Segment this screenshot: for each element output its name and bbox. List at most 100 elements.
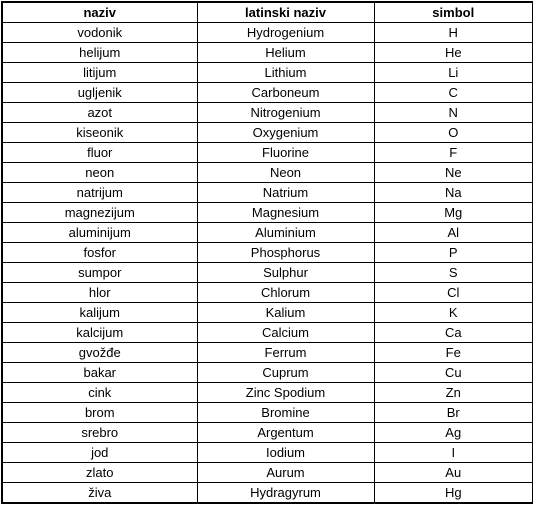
cell-naziv: gvožđe	[1, 342, 198, 363]
cell-latinski-naziv: Hydrogenium	[196, 22, 375, 43]
header-simbol: simbol	[373, 1, 533, 23]
cell-latinski-naziv: Helium	[196, 42, 375, 63]
cell-latinski-naziv: Aurum	[196, 462, 375, 483]
cell-simbol: Br	[373, 402, 533, 423]
table-row: azot Nitrogenium N	[1, 102, 533, 123]
cell-naziv: vodonik	[1, 22, 198, 43]
cell-naziv: fluor	[1, 142, 198, 163]
cell-naziv: cink	[1, 382, 198, 403]
table-row: litijum Lithium Li	[1, 62, 533, 83]
cell-simbol: Fe	[373, 342, 533, 363]
cell-naziv: kalijum	[1, 302, 198, 323]
cell-simbol: Cl	[373, 282, 533, 303]
table-row: jod Iodium I	[1, 442, 533, 463]
table-row: kalijum Kalium K	[1, 302, 533, 323]
cell-simbol: I	[373, 442, 533, 463]
cell-latinski-naziv: Iodium	[196, 442, 375, 463]
cell-latinski-naziv: Hydragyrum	[196, 482, 375, 504]
cell-latinski-naziv: Oxygenium	[196, 122, 375, 143]
cell-naziv: hlor	[1, 282, 198, 303]
cell-simbol: Au	[373, 462, 533, 483]
table-row: sumpor Sulphur S	[1, 262, 533, 283]
table-row: srebro Argentum Ag	[1, 422, 533, 443]
table-row: cink Zinc Spodium Zn	[1, 382, 533, 403]
cell-naziv: litijum	[1, 62, 198, 83]
cell-simbol: S	[373, 262, 533, 283]
table-row: aluminijum Aluminium Al	[1, 222, 533, 243]
cell-naziv: kiseonik	[1, 122, 198, 143]
cell-naziv: ugljenik	[1, 82, 198, 103]
cell-naziv: bakar	[1, 362, 198, 383]
cell-latinski-naziv: Magnesium	[196, 202, 375, 223]
table-row: fluor Fluorine F	[1, 142, 533, 163]
table-row: helijum Helium He	[1, 42, 533, 63]
table-row: vodonik Hydrogenium H	[1, 22, 533, 43]
table-row: natrijum Natrium Na	[1, 182, 533, 203]
cell-simbol: P	[373, 242, 533, 263]
cell-latinski-naziv: Bromine	[196, 402, 375, 423]
cell-simbol: Ca	[373, 322, 533, 343]
cell-naziv: jod	[1, 442, 198, 463]
cell-naziv: živa	[1, 482, 198, 504]
cell-simbol: Zn	[373, 382, 533, 403]
cell-simbol: O	[373, 122, 533, 143]
cell-naziv: helijum	[1, 42, 198, 63]
cell-naziv: srebro	[1, 422, 198, 443]
cell-simbol: Ne	[373, 162, 533, 183]
table-body: vodonik Hydrogenium Hhelijum Helium He litiju…	[1, 22, 533, 504]
table-row: hlor Chlorum Cl	[1, 282, 533, 303]
cell-naziv: magnezijum	[1, 202, 198, 223]
cell-latinski-naziv: Calcium	[196, 322, 375, 343]
table-row: ugljenik Carboneum C	[1, 82, 533, 103]
table-row: bakar Cuprum Cu	[1, 362, 533, 383]
cell-simbol: Li	[373, 62, 533, 83]
table-row: živa Hydragyrum Hg	[1, 482, 533, 504]
cell-latinski-naziv: Natrium	[196, 182, 375, 203]
table-row: kiseonik Oxygenium O	[1, 122, 533, 143]
cell-simbol: Hg	[373, 482, 533, 504]
cell-simbol: H	[373, 22, 533, 43]
table-row: neon Neon Ne	[1, 162, 533, 183]
cell-latinski-naziv: Aluminium	[196, 222, 375, 243]
cell-simbol: Mg	[373, 202, 533, 223]
header-row: naziv latinski naziv simbol	[1, 1, 533, 23]
table-row: zlato Aurum Au	[1, 462, 533, 483]
cell-latinski-naziv: Neon	[196, 162, 375, 183]
cell-simbol: Na	[373, 182, 533, 203]
cell-naziv: brom	[1, 402, 198, 423]
cell-latinski-naziv: Ferrum	[196, 342, 375, 363]
cell-simbol: K	[373, 302, 533, 323]
cell-latinski-naziv: Argentum	[196, 422, 375, 443]
cell-latinski-naziv: Phosphorus	[196, 242, 375, 263]
table-row: fosfor Phosphorus P	[1, 242, 533, 263]
cell-naziv: aluminijum	[1, 222, 198, 243]
table-row: magnezijum Magnesium Mg	[1, 202, 533, 223]
cell-latinski-naziv: Kalium	[196, 302, 375, 323]
elements-table: naziv latinski naziv simbol vodonik Hydro…	[1, 1, 533, 504]
cell-latinski-naziv: Nitrogenium	[196, 102, 375, 123]
cell-naziv: sumpor	[1, 262, 198, 283]
cell-simbol: F	[373, 142, 533, 163]
cell-latinski-naziv: Sulphur	[196, 262, 375, 283]
table-row: kalcijum Calcium Ca	[1, 322, 533, 343]
cell-simbol: Al	[373, 222, 533, 243]
header-naziv: naziv	[1, 1, 198, 23]
table-row: gvožđe Ferrum Fe	[1, 342, 533, 363]
header-latinski-naziv: latinski naziv	[196, 1, 375, 23]
cell-simbol: Cu	[373, 362, 533, 383]
cell-naziv: neon	[1, 162, 198, 183]
cell-latinski-naziv: Fluorine	[196, 142, 375, 163]
table-row: brom Bromine Br	[1, 402, 533, 423]
cell-naziv: fosfor	[1, 242, 198, 263]
cell-simbol: He	[373, 42, 533, 63]
cell-latinski-naziv: Chlorum	[196, 282, 375, 303]
cell-naziv: zlato	[1, 462, 198, 483]
cell-naziv: azot	[1, 102, 198, 123]
cell-latinski-naziv: Carboneum	[196, 82, 375, 103]
cell-latinski-naziv: Zinc Spodium	[196, 382, 375, 403]
cell-latinski-naziv: Cuprum	[196, 362, 375, 383]
cell-simbol: Ag	[373, 422, 533, 443]
cell-simbol: N	[373, 102, 533, 123]
cell-simbol: C	[373, 82, 533, 103]
cell-naziv: kalcijum	[1, 322, 198, 343]
